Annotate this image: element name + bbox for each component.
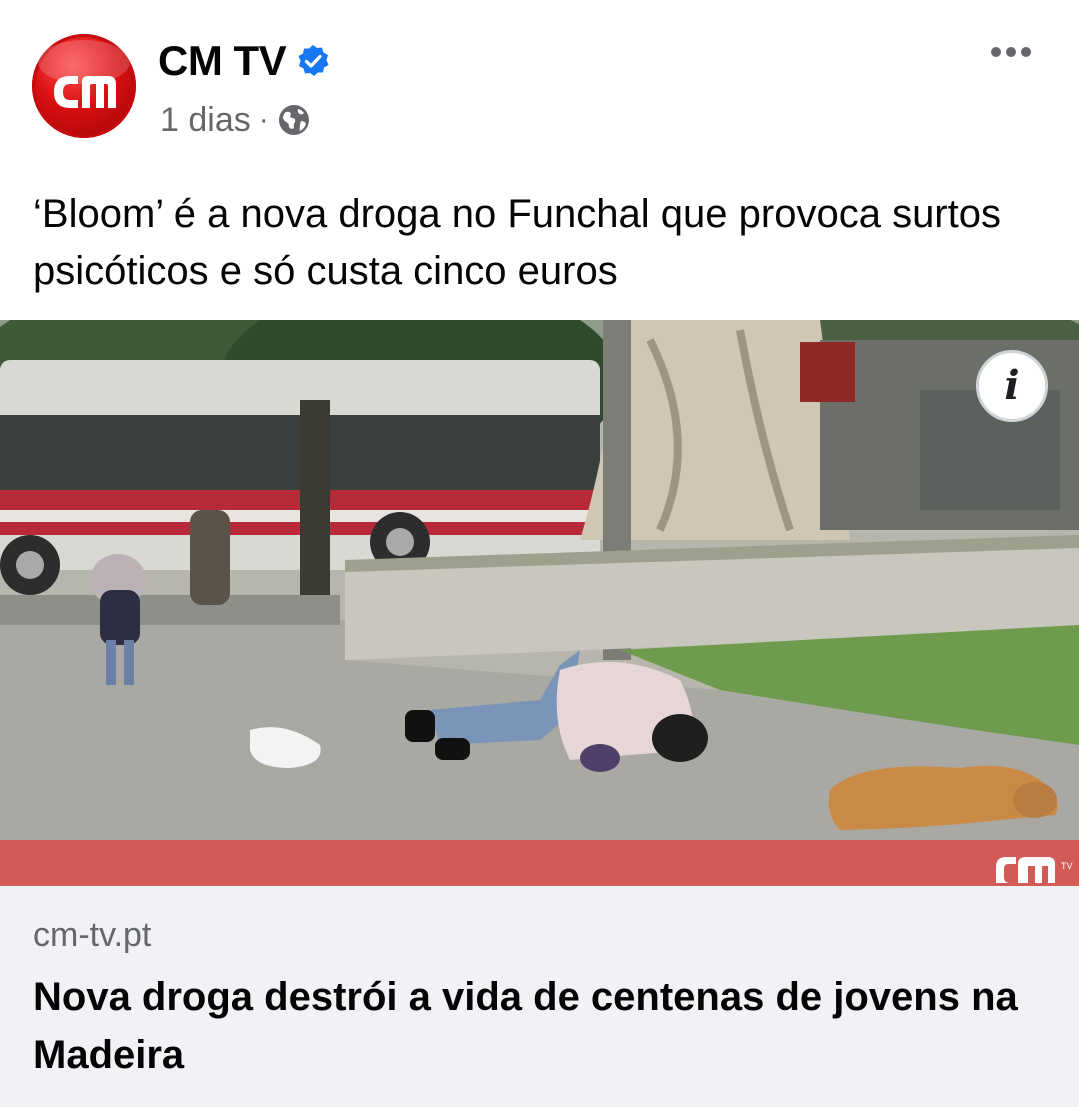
info-icon: i xyxy=(1004,362,1020,409)
post-timestamp[interactable]: 1 dias xyxy=(160,101,251,140)
post-header: CM TV 1 dias · xyxy=(0,0,1079,160)
globe-icon xyxy=(278,105,309,135)
more-options-button[interactable] xyxy=(982,34,1040,70)
page-avatar[interactable] xyxy=(32,34,136,138)
link-preview[interactable]: cm-tv.pt Nova droga destrói a vida de ce… xyxy=(0,886,1079,1107)
post-meta: 1 dias · xyxy=(160,100,311,140)
page-name[interactable]: CM TV xyxy=(158,37,287,85)
link-domain: cm-tv.pt xyxy=(33,916,152,954)
verified-badge-icon xyxy=(298,45,329,76)
page-name-row: CM TV xyxy=(158,36,330,86)
post-image[interactable]: TV xyxy=(0,320,1079,886)
post-text: ‘Bloom’ é a nova droga no Funchal que pr… xyxy=(33,192,1001,293)
meta-separator: · xyxy=(258,103,269,136)
more-options-icon xyxy=(991,47,1001,57)
info-button[interactable]: i xyxy=(976,350,1048,422)
watermark-sup: TV xyxy=(1061,861,1073,871)
cm-logo xyxy=(38,40,130,108)
link-title[interactable]: Nova droga destrói a vida de centenas de… xyxy=(33,968,1053,1084)
news-photo: TV xyxy=(0,320,1079,886)
